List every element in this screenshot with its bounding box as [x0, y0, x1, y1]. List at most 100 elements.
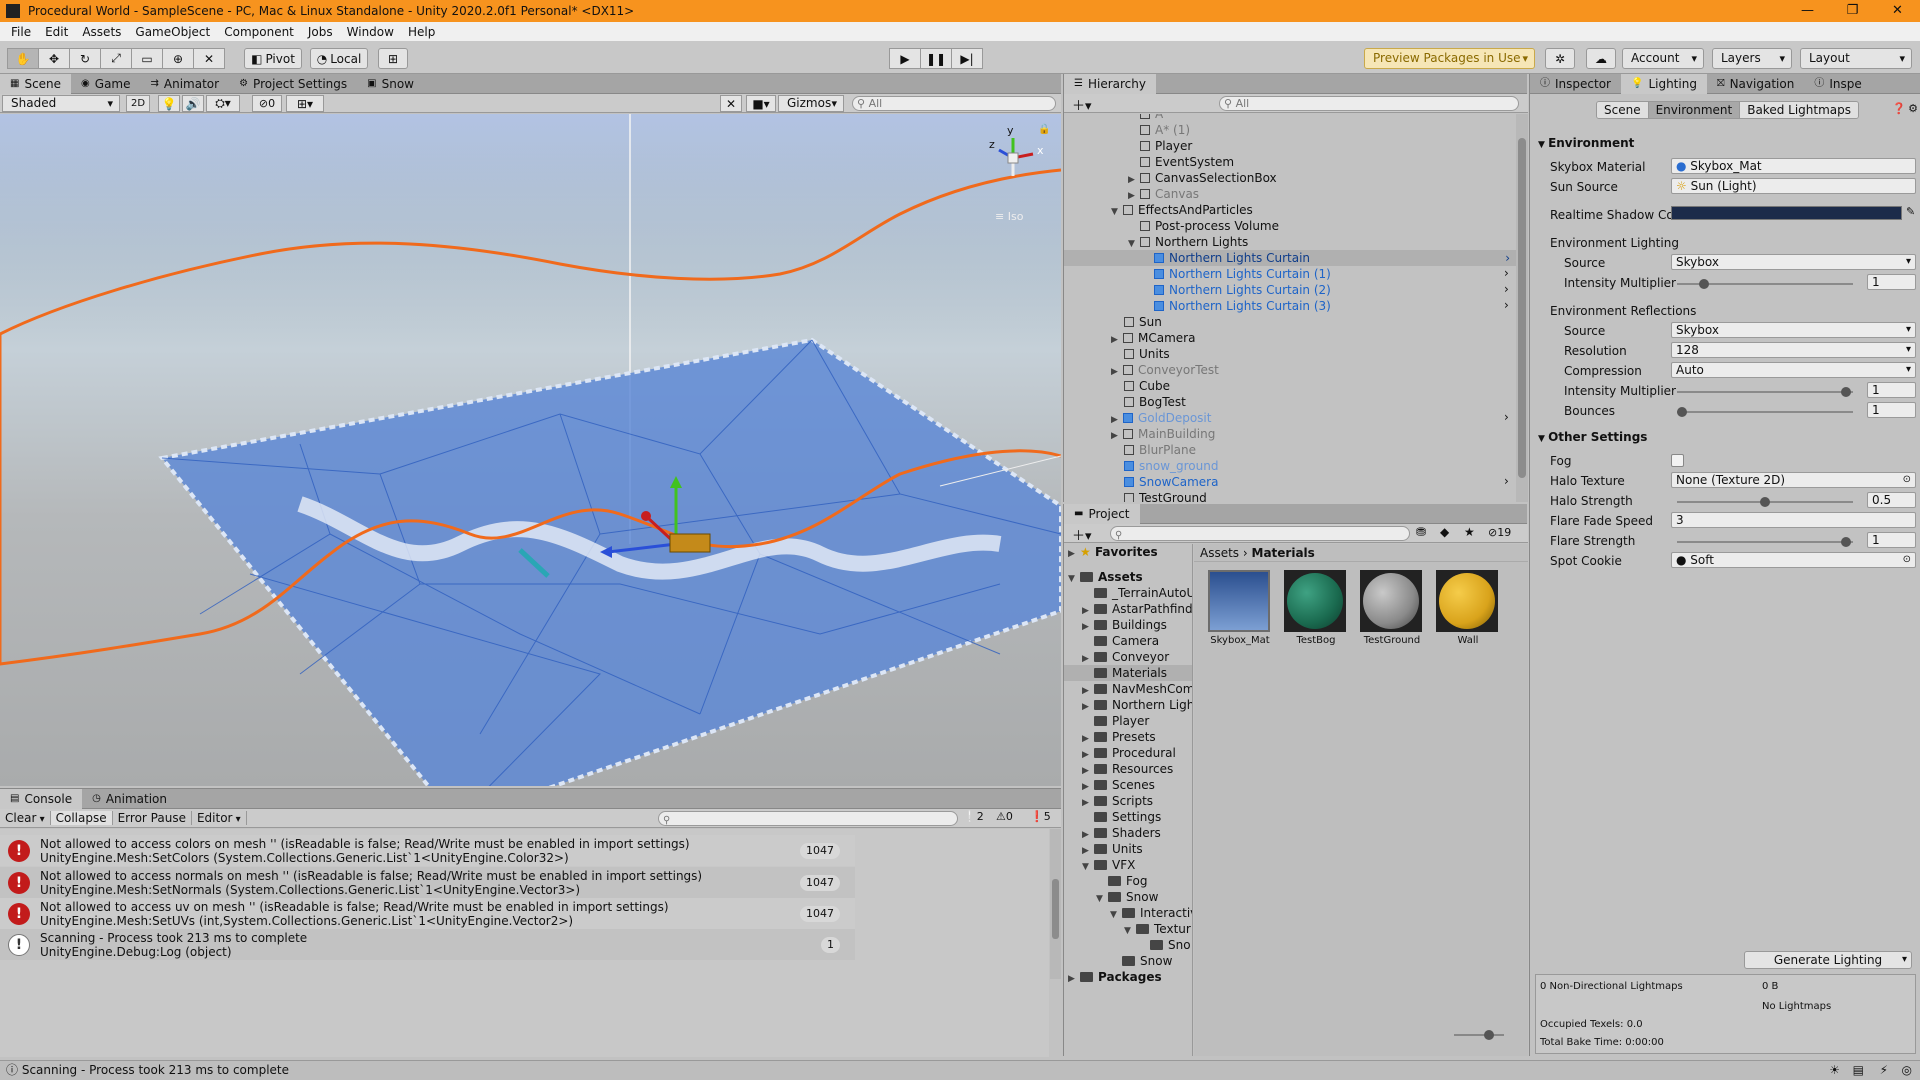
object-picker-icon[interactable]: ⊙	[1903, 553, 1911, 567]
hierarchy-item[interactable]: ▶ Canvas	[1128, 186, 1199, 202]
effects-toggle[interactable]: ⛭▾	[206, 95, 240, 112]
hierarchy-item[interactable]: BogTest	[1124, 394, 1186, 410]
warning-count-toggle[interactable]: ⚠0	[996, 810, 1013, 823]
bounces-slider[interactable]	[1677, 407, 1853, 417]
tab-animator[interactable]: ⇉ Animator	[141, 74, 230, 94]
editor-dropdown[interactable]: Editor ▾	[192, 811, 247, 825]
breadcrumb-assets[interactable]: Assets	[1200, 546, 1239, 560]
audio-toggle[interactable]: 🔊	[182, 95, 204, 112]
eyedropper-icon[interactable]: ✎	[1906, 205, 1915, 218]
scrollbar-thumb[interactable]	[1052, 879, 1059, 939]
subtab-scene[interactable]: Scene	[1597, 102, 1648, 118]
clear-button[interactable]: Clear ▾	[0, 811, 51, 825]
hierarchy-item[interactable]: ▶ CanvasSelectionBox	[1128, 170, 1277, 186]
collapse-button[interactable]: Collapse	[50, 811, 113, 825]
chevron-right-icon[interactable]: ›	[1504, 474, 1509, 488]
account-dropdown[interactable]: Account	[1622, 48, 1704, 69]
hierarchy-item-selected[interactable]: Northern Lights Curtain ›	[1064, 250, 1516, 266]
rect-tool-icon[interactable]: ▭	[131, 48, 163, 69]
local-toggle[interactable]: ◔ Local	[310, 48, 368, 69]
folder-item[interactable]: ▼ Textur	[1124, 921, 1191, 937]
tab-game[interactable]: ◉ Game	[71, 74, 140, 94]
menu-file[interactable]: File	[4, 25, 38, 39]
log-entry[interactable]: ! Not allowed to access uv on mesh '' (i…	[0, 898, 855, 929]
progress-icon[interactable]: ☀	[1829, 1061, 1840, 1080]
scrollbar-thumb[interactable]	[1518, 138, 1526, 478]
fog-checkbox[interactable]	[1671, 454, 1684, 467]
filter-type-icon[interactable]: ⛃	[1416, 525, 1426, 539]
environment-section[interactable]: ▼ Environment	[1538, 136, 1634, 150]
chevron-right-icon[interactable]: ›	[1504, 266, 1509, 280]
collapse-arrow-icon[interactable]: ▼	[1082, 859, 1094, 875]
hierarchy-item[interactable]: ▶ MCamera	[1111, 330, 1195, 346]
settings-gear-icon[interactable]: ⚙	[1908, 102, 1918, 115]
folder-item[interactable]: Fog	[1108, 873, 1147, 889]
breadcrumb-materials[interactable]: Materials	[1252, 546, 1315, 560]
minimize-button[interactable]: —	[1785, 0, 1830, 22]
status-bar[interactable]: ⓘ Scanning - Process took 213 ms to comp…	[0, 1060, 1920, 1080]
halo-texture-field[interactable]: None (Texture 2D) ⊙	[1671, 472, 1916, 488]
slider-knob[interactable]	[1484, 1030, 1494, 1040]
slider-knob[interactable]	[1760, 497, 1770, 507]
hand-tool-icon[interactable]: ✋	[7, 48, 39, 69]
intensity-field[interactable]: 1	[1867, 274, 1916, 290]
intensity-slider[interactable]	[1677, 279, 1853, 289]
skybox-material-field[interactable]: ● Skybox_Mat	[1671, 158, 1916, 174]
menu-edit[interactable]: Edit	[38, 25, 75, 39]
scene-search-input[interactable]: ⚲ All	[852, 96, 1056, 111]
object-picker-icon[interactable]: ⊙	[1903, 473, 1911, 487]
chevron-right-icon[interactable]: ›	[1504, 410, 1509, 424]
tab-hierarchy[interactable]: ☰ Hierarchy	[1064, 74, 1156, 94]
pause-button-icon[interactable]: ❚❚	[920, 48, 952, 69]
hierarchy-scrollbar[interactable]	[1516, 114, 1528, 502]
folder-item[interactable]: ▶ Scripts	[1082, 793, 1153, 809]
chevron-right-icon[interactable]: ›	[1505, 250, 1510, 266]
log-entry[interactable]: ! Not allowed to access normals on mesh …	[0, 867, 855, 898]
menu-help[interactable]: Help	[401, 25, 442, 39]
collapse-arrow-icon[interactable]: ▼	[1111, 204, 1123, 220]
hierarchy-item[interactable]: ▶ MainBuilding	[1111, 426, 1215, 442]
console-search-input[interactable]: ⚲	[658, 811, 958, 826]
folder-item[interactable]: ▶ AstarPathfindi	[1082, 601, 1192, 617]
folder-item[interactable]: ▶ Buildings	[1082, 617, 1167, 633]
folder-item[interactable]: ▶ Resources	[1082, 761, 1173, 777]
collapse-arrow-icon[interactable]: ▼	[1538, 434, 1548, 444]
favorites-node[interactable]: ▶ ★ Favorites	[1068, 544, 1158, 560]
play-button-icon[interactable]: ▶	[889, 48, 921, 69]
expand-arrow-icon[interactable]: ▶	[1068, 546, 1080, 562]
folder-item-selected[interactable]: Materials	[1064, 665, 1192, 681]
folder-item[interactable]: Snow	[1122, 953, 1172, 969]
resolution-dropdown[interactable]: 128 ▾	[1671, 342, 1916, 358]
lock-icon[interactable]: 🔒	[1038, 124, 1050, 135]
menu-gameobject[interactable]: GameObject	[128, 25, 217, 39]
subtab-environment[interactable]: Environment	[1647, 102, 1740, 118]
chevron-right-icon[interactable]: ›	[1504, 282, 1509, 296]
preview-packages-dropdown[interactable]: Preview Packages in Use	[1364, 48, 1535, 69]
projection-label[interactable]: ≡ Iso	[995, 210, 1023, 223]
hierarchy-item[interactable]: Northern Lights Curtain (2)	[1154, 282, 1331, 298]
hierarchy-item[interactable]: Player	[1140, 138, 1192, 154]
compression-dropdown[interactable]: Auto ▾	[1671, 362, 1916, 378]
halo-strength-field[interactable]: 0.5	[1867, 492, 1916, 508]
slider-knob[interactable]	[1699, 279, 1709, 289]
project-search-input[interactable]: ⚲	[1110, 526, 1410, 541]
custom-tool-icon[interactable]: ✕	[193, 48, 225, 69]
generate-lighting-button[interactable]: Generate Lighting ▾	[1744, 951, 1912, 969]
tab-inspector-2[interactable]: ⓘ Inspe	[1804, 74, 1871, 94]
slider-knob[interactable]	[1677, 407, 1687, 417]
folder-item[interactable]: ▶ Units	[1082, 841, 1143, 857]
error-count-toggle[interactable]: ❗5	[1030, 810, 1051, 823]
folder-item[interactable]: Sno	[1150, 937, 1191, 953]
tab-inspector[interactable]: ⓘ Inspector	[1530, 74, 1621, 94]
folder-item[interactable]: ▶ Shaders	[1082, 825, 1161, 841]
asset-tile[interactable]: Wall	[1436, 570, 1500, 646]
hierarchy-item[interactable]: TestGround	[1124, 490, 1207, 502]
filter-label-icon[interactable]: ◆	[1440, 525, 1449, 539]
maximize-button[interactable]: ❐	[1830, 0, 1875, 22]
tab-scene[interactable]: ▦ Scene	[0, 74, 72, 94]
collapse-arrow-icon[interactable]: ▼	[1110, 907, 1122, 923]
folder-item[interactable]: ▼ Snow	[1096, 889, 1158, 905]
tab-lighting[interactable]: 💡 Lighting	[1620, 74, 1707, 94]
expand-arrow-icon[interactable]: ▶	[1111, 428, 1123, 444]
asset-tile[interactable]: Skybox_Mat	[1208, 570, 1272, 646]
